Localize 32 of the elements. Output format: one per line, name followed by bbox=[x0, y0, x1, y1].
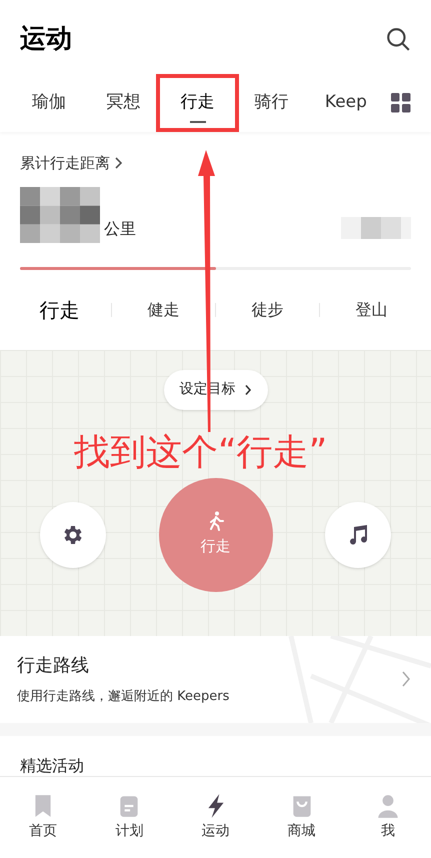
route-subtitle: 使用行走路线，邂逅附近的 Keepers bbox=[17, 688, 230, 706]
distance-unit: 公里 bbox=[104, 218, 136, 240]
walking-person-icon bbox=[208, 511, 224, 532]
route-title: 行走路线 bbox=[17, 654, 90, 678]
nav-tab[interactable]: 运动 bbox=[172, 792, 259, 842]
chevron-right-icon bbox=[401, 670, 411, 688]
mode-tab[interactable]: 健走 bbox=[112, 298, 215, 322]
category-tab[interactable]: 冥想 bbox=[86, 78, 160, 128]
settings-button[interactable] bbox=[40, 502, 106, 568]
pixelated-mosaic bbox=[341, 216, 411, 238]
route-card[interactable]: 行走路线 使用行走路线，邂逅附近的 Keepers bbox=[0, 636, 431, 722]
page-title: 运动 bbox=[20, 22, 72, 56]
category-tab[interactable]: 瑜伽 bbox=[12, 78, 86, 128]
active-tab-indicator bbox=[190, 121, 206, 123]
chevron-right-icon bbox=[244, 384, 252, 396]
mode-tab[interactable]: 行走 bbox=[8, 294, 111, 324]
mode-tab[interactable]: 登山 bbox=[320, 298, 423, 322]
nav-tab[interactable]: 计划 bbox=[86, 792, 172, 842]
section-title: 精选活动 bbox=[20, 758, 84, 774]
annotation-text: 找到这个“行走” bbox=[74, 435, 328, 471]
category-tab[interactable]: 骑行 bbox=[234, 78, 309, 128]
music-button[interactable] bbox=[325, 502, 391, 568]
category-tab[interactable]: 行走 bbox=[160, 78, 235, 128]
mode-tab[interactable]: 徒步 bbox=[216, 298, 319, 322]
grid-icon[interactable] bbox=[391, 93, 412, 113]
search-icon[interactable] bbox=[385, 26, 411, 52]
total-distance-link[interactable]: 累计行走距离 bbox=[20, 152, 110, 174]
nav-tab[interactable]: 商城 bbox=[258, 792, 345, 842]
nav-tab[interactable]: 首页 bbox=[0, 792, 86, 842]
chevron-right-icon bbox=[114, 156, 124, 170]
category-tab[interactable]: Keep bbox=[308, 78, 384, 128]
nav-tab[interactable]: 我 bbox=[344, 792, 431, 842]
